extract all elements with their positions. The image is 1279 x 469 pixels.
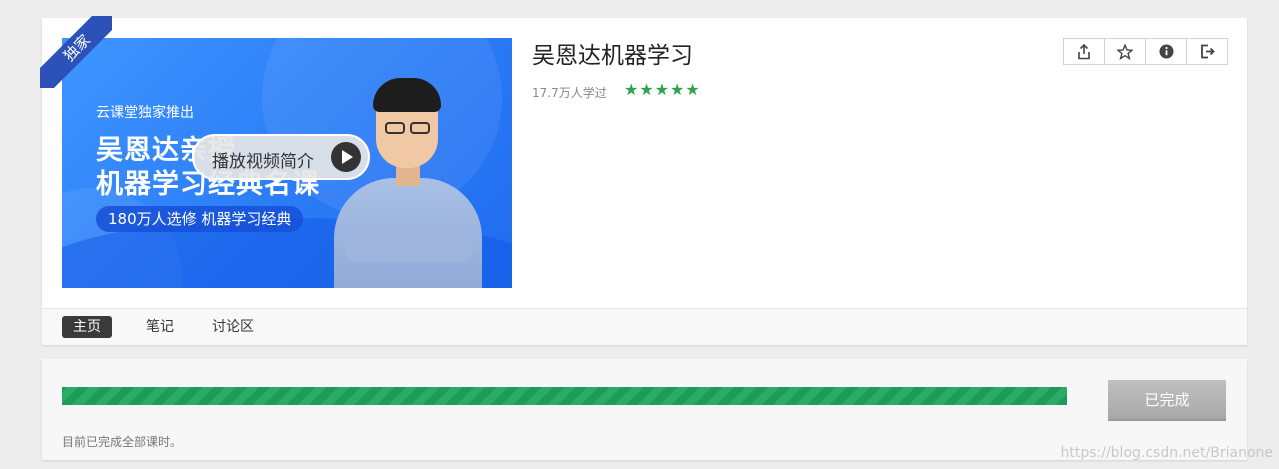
progress-bar-fill bbox=[62, 387, 1067, 405]
play-intro-label: 播放视频简介 bbox=[212, 152, 314, 172]
play-intro-button[interactable]: 播放视频简介 bbox=[192, 134, 370, 180]
instructor-photo bbox=[330, 78, 482, 288]
star-icon: ★ bbox=[654, 80, 670, 99]
tab-home[interactable]: 主页 bbox=[62, 316, 112, 338]
star-icon: ★ bbox=[685, 80, 700, 99]
info-icon bbox=[1159, 44, 1173, 59]
cover-subtitle: 云课堂独家推出 bbox=[96, 105, 194, 121]
share-button[interactable] bbox=[1064, 39, 1105, 64]
play-icon bbox=[331, 142, 361, 172]
course-title: 吴恩达机器学习 bbox=[532, 43, 693, 69]
exclusive-ribbon: 独家 bbox=[40, 16, 112, 88]
course-cover-video[interactable]: 云课堂独家推出 吴恩达亲授 机器学习经典名课 180万人选修 机器学习经典 播放… bbox=[62, 38, 512, 288]
course-action-bar bbox=[1063, 38, 1228, 65]
progress-status: 目前已完成全部课时。 bbox=[62, 435, 183, 449]
tab-discussion[interactable]: 讨论区 bbox=[201, 316, 265, 338]
exit-button[interactable] bbox=[1187, 39, 1227, 64]
star-icon: ★ bbox=[624, 80, 639, 99]
progress-bar bbox=[62, 387, 1067, 405]
info-button[interactable] bbox=[1146, 39, 1187, 64]
learner-count: 17.7万人学过 bbox=[532, 86, 607, 100]
rating-stars: ★ ★ ★ ★ ★ bbox=[624, 81, 700, 99]
favorite-button[interactable] bbox=[1105, 39, 1146, 64]
star-icon: ★ bbox=[639, 80, 654, 99]
exit-icon bbox=[1200, 44, 1215, 59]
exclusive-ribbon-label: 独家 bbox=[40, 16, 112, 88]
watermark: https://blog.csdn.net/Brianone bbox=[1060, 445, 1273, 461]
star-icon: ★ bbox=[670, 80, 685, 99]
course-tabs: 主页 笔记 讨论区 bbox=[42, 308, 1247, 345]
tab-notes[interactable]: 笔记 bbox=[135, 316, 185, 338]
star-outline-icon bbox=[1117, 43, 1133, 60]
completed-button[interactable]: 已完成 bbox=[1108, 380, 1226, 421]
course-header-card: 云课堂独家推出 吴恩达亲授 机器学习经典名课 180万人选修 机器学习经典 播放… bbox=[40, 16, 1247, 345]
share-icon bbox=[1078, 43, 1090, 59]
cover-badge: 180万人选修 机器学习经典 bbox=[96, 206, 304, 232]
